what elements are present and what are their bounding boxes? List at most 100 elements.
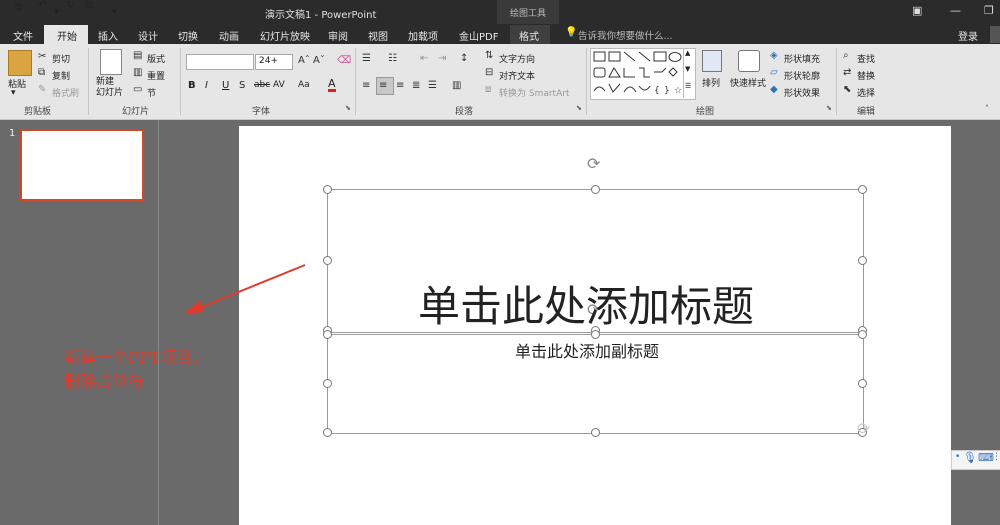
tab-review[interactable]: 审阅 <box>328 28 348 43</box>
minimize-icon[interactable]: — <box>950 4 961 17</box>
align-text-icon[interactable]: ⊟ <box>485 67 493 78</box>
section-icon[interactable]: ▭ <box>133 84 142 95</box>
change-case-button[interactable]: Aa <box>298 80 310 90</box>
columns-icon[interactable]: ▥ <box>452 80 461 91</box>
text-direction-icon[interactable]: ⇅ <box>485 50 493 61</box>
resize-handle[interactable] <box>858 185 867 194</box>
replace-button[interactable]: 替换 <box>857 69 875 82</box>
paste-icon[interactable] <box>8 50 32 76</box>
copy-icon[interactable]: ⧉ <box>38 67 45 78</box>
tab-view[interactable]: 视图 <box>368 28 388 43</box>
cut-icon[interactable]: ✂ <box>38 51 46 62</box>
tab-insert[interactable]: 插入 <box>98 28 118 43</box>
tab-transitions[interactable]: 切换 <box>178 28 198 43</box>
resize-handle[interactable] <box>323 256 332 265</box>
convert-smartart-button[interactable]: 转换为 SmartArt <box>499 86 569 99</box>
customize-icon[interactable]: ▾ <box>112 7 117 17</box>
new-slide-icon[interactable] <box>100 49 122 75</box>
ime-dot-icon[interactable]: • <box>955 452 960 462</box>
reset-icon[interactable]: ▥ <box>133 67 142 78</box>
tab-file[interactable]: 文件 <box>13 28 33 43</box>
microphone-icon[interactable]: 🎙 <box>963 451 977 464</box>
copy-button[interactable]: 复制 <box>52 69 70 82</box>
resize-handle[interactable] <box>323 185 332 194</box>
new-slide-button[interactable]: 新建 幻灯片 <box>96 77 123 99</box>
undo-icon[interactable]: ↶ <box>38 0 46 11</box>
arrange-button[interactable]: 排列 <box>702 76 720 89</box>
paragraph-dialog-launcher-icon[interactable]: ⬊ <box>576 104 582 112</box>
format-painter-icon[interactable]: ✎ <box>38 84 46 95</box>
shape-effects-button[interactable]: 形状效果 <box>784 86 820 99</box>
numbering-icon[interactable]: ☷ <box>388 53 397 64</box>
line-spacing-icon[interactable]: ↕ <box>460 53 468 64</box>
save-icon[interactable]: 🖫 <box>14 0 23 17</box>
present-icon[interactable]: ⧉ <box>86 0 93 11</box>
bullets-icon[interactable]: ☰ <box>362 53 371 64</box>
collapse-ribbon-icon[interactable]: ˄ <box>985 104 989 113</box>
underline-button[interactable]: U <box>222 80 229 91</box>
login-link[interactable]: 登录 <box>958 28 978 43</box>
justify-icon[interactable]: ≣ <box>412 80 420 91</box>
layout-button[interactable]: 版式 <box>147 52 165 65</box>
subtitle-placeholder-text[interactable]: 单击此处添加副标题 <box>515 338 659 362</box>
resize-handle[interactable] <box>858 379 867 388</box>
font-size-combo[interactable]: 24+ <box>255 54 293 70</box>
text-direction-button[interactable]: 文字方向 <box>499 52 535 65</box>
resize-handle[interactable] <box>858 256 867 265</box>
char-spacing-button[interactable]: AV <box>273 80 285 90</box>
section-button[interactable]: 节 <box>147 86 156 99</box>
gallery-down-icon[interactable]: ▼ <box>685 65 690 73</box>
tab-design[interactable]: 设计 <box>138 28 158 43</box>
tab-slideshow[interactable]: 幻灯片放映 <box>260 28 310 43</box>
resize-handle[interactable] <box>323 379 332 388</box>
undo-dropdown-icon[interactable]: ▾ <box>54 7 59 17</box>
align-left-icon[interactable]: ≡ <box>362 80 370 91</box>
smartart-icon[interactable]: ⧈ <box>485 84 491 95</box>
cut-button[interactable]: 剪切 <box>52 52 70 65</box>
title-placeholder-text[interactable]: 单击此处添加标题 <box>418 273 754 334</box>
quick-styles-button[interactable]: 快速样式 <box>730 76 766 89</box>
redo-icon[interactable]: ↻ <box>66 0 74 11</box>
restore-icon[interactable]: ❐ <box>984 4 994 17</box>
tell-me-search[interactable]: 告诉我你想要做什么... <box>578 28 673 42</box>
clear-format-icon[interactable]: ⌫ <box>337 55 351 66</box>
arrange-icon[interactable] <box>702 50 722 72</box>
tab-addins[interactable]: 加载项 <box>408 28 438 43</box>
shapes-gallery-items[interactable]: { } ☆ <box>592 50 684 96</box>
resize-handle[interactable] <box>591 428 600 437</box>
shape-outline-icon[interactable]: ▱ <box>770 67 778 78</box>
shape-outline-button[interactable]: 形状轮廓 <box>784 69 820 82</box>
resize-handle[interactable] <box>323 330 332 339</box>
shape-effects-icon[interactable]: ◆ <box>770 84 778 95</box>
rotate-handle-icon[interactable]: ⟳ <box>857 419 870 438</box>
tab-kingsoft-pdf[interactable]: 金山PDF <box>459 28 498 43</box>
select-button[interactable]: 选择 <box>857 86 875 99</box>
tab-animations[interactable]: 动画 <box>219 28 239 43</box>
grow-font-icon[interactable]: Aˆ <box>298 55 310 66</box>
shadow-button[interactable]: S <box>239 80 245 91</box>
shape-fill-icon[interactable]: ◈ <box>770 50 778 61</box>
align-text-button[interactable]: 对齐文本 <box>499 69 535 82</box>
slide-thumbnail[interactable] <box>20 129 144 201</box>
format-painter-button[interactable]: 格式刷 <box>52 86 79 99</box>
resize-handle[interactable] <box>858 330 867 339</box>
resize-handle[interactable] <box>323 428 332 437</box>
font-color-button[interactable]: A <box>328 78 336 92</box>
rotate-handle-icon[interactable]: ⟳ <box>587 154 600 173</box>
layout-icon[interactable]: ▤ <box>133 50 142 61</box>
tab-format[interactable]: 格式 <box>519 28 539 43</box>
share-button[interactable] <box>990 26 1000 43</box>
shrink-font-icon[interactable]: Aˇ <box>313 55 325 66</box>
ime-more-icon[interactable]: ⋮ <box>992 452 1000 462</box>
font-dialog-launcher-icon[interactable]: ⬊ <box>345 104 351 112</box>
find-button[interactable]: 查找 <box>857 52 875 65</box>
align-right-icon[interactable]: ≡ <box>396 80 404 91</box>
shape-fill-button[interactable]: 形状填充 <box>784 52 820 65</box>
strikethrough-button[interactable]: abc <box>254 80 270 90</box>
quick-styles-icon[interactable] <box>738 50 760 72</box>
paste-dropdown-icon[interactable]: ▾ <box>11 88 16 98</box>
gallery-more-icon[interactable]: ☰ <box>685 82 691 90</box>
find-icon[interactable]: ⌕ <box>843 50 849 61</box>
decrease-indent-icon[interactable]: ⇤ <box>420 53 428 64</box>
replace-icon[interactable]: ⇄ <box>843 67 851 78</box>
